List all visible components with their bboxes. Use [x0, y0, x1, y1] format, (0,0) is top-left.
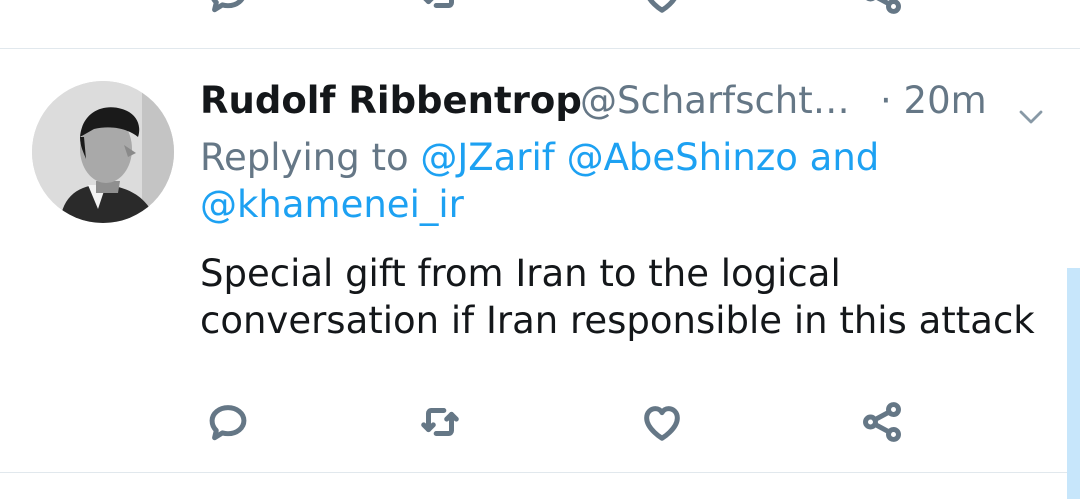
scrollbar-thumb[interactable] [1067, 268, 1080, 499]
mention-joiner: and [809, 136, 880, 179]
reply-icon [211, 0, 245, 13]
avatar[interactable] [32, 81, 174, 223]
heart-icon [644, 406, 680, 441]
divider-top [0, 48, 1080, 49]
display-name[interactable]: Rudolf Ribbentrop [200, 76, 582, 126]
reply-icon [209, 405, 247, 441]
tweet-text: Special gift from Iran to the logical co… [200, 250, 1050, 344]
profile-photo-icon [32, 81, 174, 223]
reply-button[interactable] [202, 396, 254, 448]
tweet-text-line: Special gift from Iran to the logical [200, 252, 841, 295]
retweet-button[interactable] [414, 0, 466, 20]
retweet-icon [421, 408, 459, 436]
reply-button[interactable] [202, 0, 254, 20]
like-button[interactable] [636, 396, 688, 448]
heart-icon [647, 0, 677, 13]
share-icon [863, 402, 901, 442]
divider-bottom [0, 472, 1080, 473]
mention-link[interactable]: @khamenei_ir [200, 183, 464, 226]
mention-link[interactable]: @AbeShinzo [567, 136, 798, 179]
share-button[interactable] [856, 0, 908, 20]
replying-to-label: Replying to [200, 136, 409, 179]
tweet-menu-button[interactable] [1018, 90, 1044, 124]
like-button[interactable] [636, 0, 688, 20]
tweet-timestamp[interactable]: · 20m [880, 76, 987, 126]
retweet-icon [423, 0, 454, 8]
share-icon [866, 0, 901, 14]
tweet-actions [0, 396, 1080, 456]
user-handle[interactable]: @Scharfscht… [580, 76, 850, 126]
mention-link[interactable]: @JZarif [420, 136, 554, 179]
replying-to: Replying to @JZarif @AbeShinzo and @kham… [200, 134, 1030, 228]
retweet-button[interactable] [414, 396, 466, 448]
tweet-header: Rudolf Ribbentrop @Scharfscht… · 20m [200, 76, 1060, 126]
share-button[interactable] [856, 396, 908, 448]
chevron-down-icon [1019, 110, 1043, 124]
previous-tweet-actions [0, 0, 1080, 28]
tweet-text-line: conversation if Iran responsible in this… [200, 299, 1035, 342]
